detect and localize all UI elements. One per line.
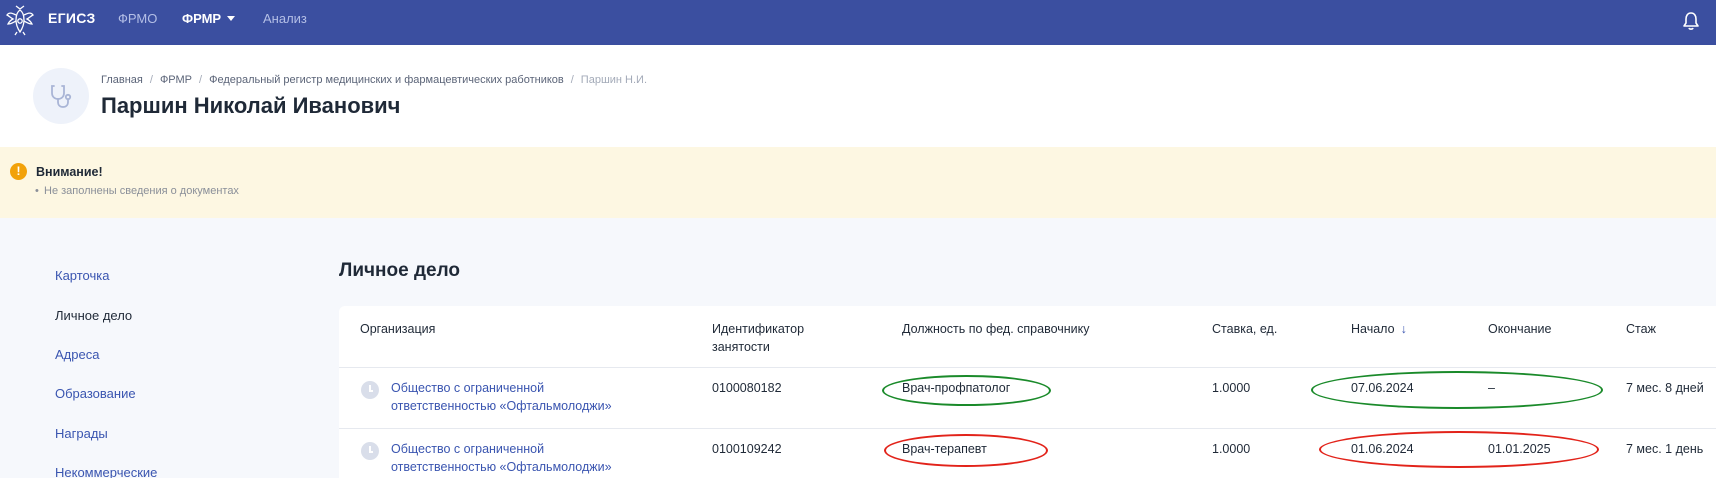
sort-arrow-down-icon: ↓ [1400,322,1407,336]
warning-icon: ! [10,163,27,180]
warning-alert: ! Внимание! Не заполнены сведения о доку… [0,147,1716,218]
row-divider [339,367,1716,368]
sidebar-item-noncommercial[interactable]: Некоммерческие [55,465,157,478]
employment-id: 0100109242 [712,442,782,456]
page-header: Главная / ФРМР / Федеральный регистр медицин… [0,45,1716,147]
section-title: Личное дело [339,260,461,281]
highlight-ellipse-red [884,434,1048,467]
highlight-ellipse-red [1319,431,1599,468]
experience: 7 мес. 1 день [1626,442,1704,456]
emblem-icon[interactable] [4,3,36,37]
sidebar-item-card[interactable]: Карточка [55,268,109,283]
experience: 7 мес. 8 дней [1626,381,1704,395]
page-title: Паршин Николай Иванович [101,93,401,118]
column-header-end[interactable]: Окончание [1488,320,1552,338]
organization-link[interactable]: Общество с ограниченной ответственностью… [391,440,612,476]
nav-frmo[interactable]: ФРМО [118,11,157,26]
highlight-ellipse-green [882,375,1051,406]
breadcrumb-registry[interactable]: Федеральный регистр медицинских и фармац… [209,74,564,86]
alert-item: Не заполнены сведения о документах [35,185,239,197]
organization-link[interactable]: Общество с ограниченной ответственностью… [391,379,612,415]
column-header-employment-id[interactable]: Идентификатор занятости [712,320,804,356]
column-header-position[interactable]: Должность по фед. справочнику [902,320,1090,338]
nav-analysis[interactable]: Анализ [263,11,307,26]
nav-frmr-label: ФРМР [182,11,222,26]
clock-icon [361,381,379,399]
avatar [33,68,89,124]
app-brand[interactable]: ЕГИСЗ [48,10,96,26]
bell-icon[interactable] [1680,10,1702,32]
top-navbar: ЕГИСЗ ФРМО ФРМР Анализ [0,0,1716,45]
column-header-rate[interactable]: Ставка, ед. [1212,320,1277,338]
rate: 1.0000 [1212,381,1251,395]
sidebar-item-personal-file[interactable]: Личное дело [55,308,132,323]
clock-icon [361,442,379,460]
breadcrumb-home[interactable]: Главная [101,74,143,86]
breadcrumb: Главная / ФРМР / Федеральный регистр медицин… [101,74,648,86]
highlight-ellipse-green [1311,371,1603,409]
breadcrumb-frmr[interactable]: ФРМР [160,74,192,86]
nav-frmr[interactable]: ФРМР [182,11,236,26]
column-header-start[interactable]: Начало ↓ [1351,320,1407,338]
breadcrumb-current: Паршин Н.И. [580,74,648,86]
sidebar-item-awards[interactable]: Награды [55,426,108,441]
column-header-experience[interactable]: Стаж [1626,320,1656,338]
rate: 1.0000 [1212,442,1251,456]
row-divider [339,428,1716,429]
column-header-organization[interactable]: Организация [360,320,435,338]
alert-title: Внимание! [36,165,103,179]
sidebar-item-addresses[interactable]: Адреса [55,347,99,362]
column-header-start-label: Начало [1351,322,1395,336]
employment-id: 0100080182 [712,381,782,395]
chevron-down-icon [227,16,236,21]
stethoscope-icon [51,85,72,108]
sidebar-item-education[interactable]: Образование [55,386,136,401]
